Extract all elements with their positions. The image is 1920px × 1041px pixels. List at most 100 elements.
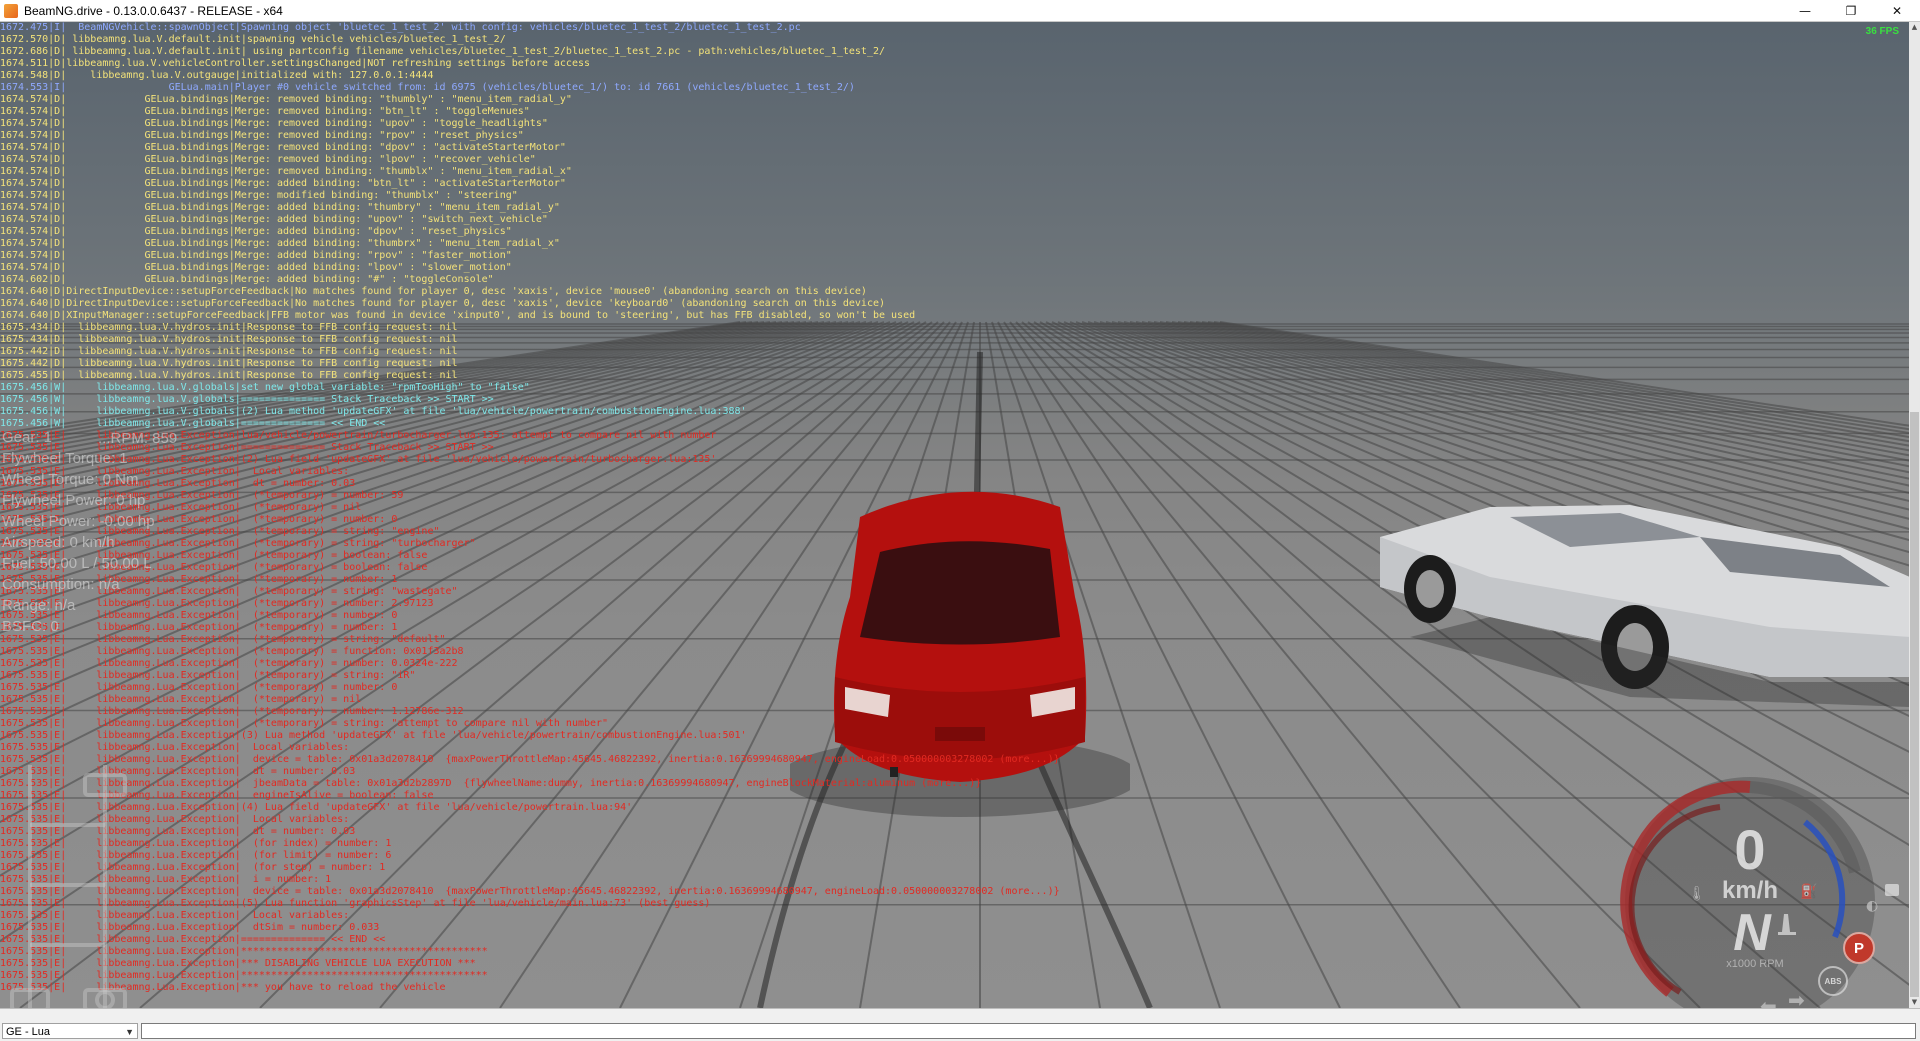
console-log-line: 1674.574|D| GELua.bindings|Merge: remove… — [0, 154, 536, 165]
console-log-line: 1675.535|E| libbeamng.Lua.Exception| dt … — [0, 826, 356, 837]
console-log-line: 1674.574|D| GELua.bindings|Merge: remove… — [0, 118, 548, 129]
console-log-line: 1675.535|E| libbeamng.Lua.Exception|(5) … — [0, 898, 711, 909]
console-log-line: 1674.574|D| GELua.bindings|Merge: added … — [0, 262, 512, 273]
console-log-line: 1675.535|E| libbeamng.Lua.Exception| (*t… — [0, 682, 398, 693]
console-log-line: 1675.535|E| libbeamng.Lua.Exception| dt … — [0, 766, 356, 777]
console-log-line: 1674.511|D|libbeamng.lua.V.vehicleContro… — [0, 58, 591, 69]
scroll-down-arrow-icon[interactable]: ▼ — [1909, 997, 1920, 1008]
abs-icon: ABS — [1818, 966, 1848, 996]
maximize-button[interactable]: ❐ — [1828, 0, 1874, 21]
console-log-line: 1675.535|E| libbeamng.Lua.Exception| (*t… — [0, 514, 398, 525]
rpm-unit-label: x1000 RPM — [1726, 958, 1784, 970]
console-log-line: 1675.535|E| libbeamng.Lua.Exception| i =… — [0, 874, 332, 885]
console-log-line: 1675.434|D| libbeamng.lua.V.hydros.init|… — [0, 334, 458, 345]
vehicle-debug-line: Range: n/a — [2, 597, 76, 614]
rpm-readout: ...RPM: 859 — [98, 430, 178, 447]
console-log-line: 1675.434|D| libbeamng.lua.V.hydros.init|… — [0, 322, 458, 333]
console-log-line: 1674.574|D| GELua.bindings|Merge: added … — [0, 214, 548, 225]
console-log-line: 1674.574|D| GELua.bindings|Merge: added … — [0, 250, 512, 261]
console-log-line: 1675.535|E| libbeamng.Lua.Exception| (fo… — [0, 862, 386, 873]
console-log-line: 1675.456|W| libbeamng.lua.V.globals|====… — [0, 394, 494, 405]
window-controls: — ❐ ✕ — [1782, 0, 1920, 21]
console-log-line: 1675.535|E| libbeamng.Lua.Exception| (*t… — [0, 610, 398, 621]
console-log-line: 1674.640|D|DirectInputDevice::setupForce… — [0, 286, 867, 297]
console-log-line: 1674.553|I| GELua.main|Player #0 vehicle… — [0, 82, 855, 93]
console-log-line: 1675.456|W| libbeamng.lua.V.globals|set … — [0, 382, 530, 393]
console-log-line: 1674.574|D| GELua.bindings|Merge: added … — [0, 178, 566, 189]
vehicle-debug-line: Flywheel Power: 0 hp — [2, 492, 146, 509]
console-log-line: 1675.535|E| libbeamng.Lua.Exception| (*t… — [0, 490, 404, 501]
console-log-line: 1675.535|E| libbeamng.Lua.Exception|(2) … — [0, 454, 717, 465]
console-log-line: 1674.574|D| GELua.bindings|Merge: remove… — [0, 94, 572, 105]
console-log-line: 1675.535|E| libbeamng.Lua.Exception| dt … — [0, 478, 356, 489]
chevron-down-icon[interactable]: ▼ — [125, 1024, 134, 1040]
vehicle-debug-line: Airspeed: 0 km/h — [2, 534, 115, 551]
console-log-line: 1674.574|D| GELua.bindings|Merge: remove… — [0, 142, 566, 153]
console-log[interactable]: 1672.475|I| BeamNGVehicle::spawnObject|S… — [0, 22, 1280, 994]
console-log-line: 1675.535|E| libbeamng.Lua.Exception|(3) … — [0, 730, 747, 741]
scrollbar-thumb[interactable] — [1910, 412, 1919, 997]
console-log-line: 1675.535|E| libbeamng.Lua.Exception|*** … — [0, 958, 476, 969]
console-log-line: 1675.535|E| libbeamng.Lua.Exception| (*t… — [0, 526, 440, 537]
minimize-button[interactable]: — — [1782, 0, 1828, 21]
console-log-line: 1674.574|D| GELua.bindings|Merge: remove… — [0, 166, 572, 177]
console-log-line: 1674.640|D|DirectInputDevice::setupForce… — [0, 298, 886, 309]
fuel-icon: ⛽ — [1800, 884, 1818, 900]
console-log-line: 1672.686|D| libbeamng.lua.V.default.init… — [0, 46, 886, 57]
console-log-line: 1674.640|D|XInputManager::setupForceFeed… — [0, 310, 916, 321]
console-log-line: 1675.535|E| libbeamng.Lua.Exception|====… — [0, 442, 494, 453]
close-button[interactable]: ✕ — [1874, 0, 1920, 21]
console-log-line: 1674.574|D| GELua.bindings|Merge: remove… — [0, 130, 524, 141]
console-log-line: 1674.574|D| GELua.bindings|Merge: added … — [0, 238, 560, 249]
console-log-line: 1675.535|E| libbeamng.Lua.Exception|(4) … — [0, 802, 633, 813]
console-log-line: 1675.535|E| libbeamng.Lua.Exception| (*t… — [0, 574, 398, 585]
console-command-input[interactable] — [141, 1023, 1916, 1039]
console-log-line: 1675.535|E| libbeamng.Lua.Exception| jbe… — [0, 778, 982, 789]
parking-brake-icon: P — [1843, 932, 1875, 964]
window-title: BeamNG.drive - 0.13.0.0.6437 - RELEASE -… — [24, 3, 283, 18]
vehicle-debug-panel: Gear: 1 Flywheel Torque: 1 Wheel Torque: 0… — [2, 427, 162, 637]
gear-shifter-widget — [10, 765, 127, 1008]
console-log-line: 1675.535|E| libbeamng.Lua.Exception| (*t… — [0, 670, 416, 681]
console-log-line: 1675.535|E| libbeamng.Lua.Exception|====… — [0, 934, 386, 945]
console-log-line: 1675.535|E| libbeamng.Lua.Exception|*** … — [0, 982, 446, 993]
console-log-line: 1675.456|W| libbeamng.lua.V.globals|(2) … — [0, 406, 747, 417]
console-log-line: 1674.548|D| libbeamng.lua.V.outgauge|ini… — [0, 70, 434, 81]
window-titlebar: BeamNG.drive - 0.13.0.0.6437 - RELEASE -… — [0, 0, 1920, 22]
console-input-bar: GE - Lua ▼ — [0, 1008, 1920, 1041]
console-log-line: 1675.535|E| libbeamng.Lua.Exception| (*t… — [0, 622, 398, 633]
left-turn-signal-icon: ⬅ — [1760, 994, 1777, 1008]
console-log-line: 1675.535|E| libbeamng.Lua.Exception| (*t… — [0, 550, 428, 561]
console-log-line: 1675.456|W| libbeamng.lua.V.globals|====… — [0, 418, 386, 429]
vehicle-debug-line: Consumption: n/a — [2, 576, 120, 593]
console-log-line: 1675.535|E| libbeamng.Lua.Exception| dtS… — [0, 922, 380, 933]
console-log-line: 1675.535|E| libbeamng.Lua.Exception| (*t… — [0, 694, 362, 705]
console-log-line: 1674.602|D| GELua.bindings|Merge: added … — [0, 274, 494, 285]
console-log-line: 1675.535|E| libbeamng.Lua.Exception| (*t… — [0, 562, 428, 573]
game-viewport[interactable]: 1672.475|I| BeamNGVehicle::spawnObject|S… — [0, 22, 1909, 1008]
console-log-line: 1675.535|E| libbeamng.Lua.Exception| (fo… — [0, 838, 392, 849]
console-log-line: 1675.535|E| libbeamng.Lua.Exception| (*t… — [0, 598, 434, 609]
console-log-line: 1674.574|D| GELua.bindings|Merge: remove… — [0, 106, 530, 117]
console-log-line: 1675.535|E| libbeamng.Lua.Exception| Loc… — [0, 466, 350, 477]
console-scrollbar[interactable]: ▲ ▼ — [1909, 22, 1920, 1008]
console-log-line: 1675.535|E| libbeamng.Lua.Exception| (*t… — [0, 646, 464, 657]
console-log-line: 1675.535|E| libbeamng.Lua.Exception| (*t… — [0, 634, 446, 645]
scroll-up-arrow-icon[interactable]: ▲ — [1909, 22, 1920, 33]
console-log-line: 1675.535|E| libbeamng.Lua.Exception| (*t… — [0, 718, 609, 729]
speed-unit: km/h — [1721, 877, 1778, 904]
speed-value: 0 — [1734, 818, 1766, 881]
console-log-line: 1675.535|E| libbeamng.Lua.Exception| (*t… — [0, 658, 458, 669]
console-log-line: 1674.574|D| GELua.bindings|Merge: added … — [0, 226, 512, 237]
vehicle-debug-line: BSFC: 0 — [2, 618, 59, 635]
headlight-icon: ◐ — [1866, 898, 1879, 914]
thermometer-icon: 🌡 — [1688, 886, 1706, 902]
console-log-line: 1675.535|E| libbeamng.Lua.Exception| (*t… — [0, 706, 464, 717]
console-log-line: 1675.455|D| libbeamng.lua.V.hydros.init|… — [0, 370, 458, 381]
console-log-line: 1675.535|E| libbeamng.Lua.Exception| Loc… — [0, 910, 350, 921]
right-turn-signal-icon: ➡ — [1788, 988, 1805, 1008]
vehicle-debug-line: Wheel Torque: 0 Nm — [2, 471, 139, 488]
console-context-select[interactable]: GE - Lua ▼ — [2, 1023, 138, 1039]
console-log-line: 1675.535|E| libbeamng.Lua.Exception| Loc… — [0, 742, 350, 753]
console-log-line: 1675.442|D| libbeamng.lua.V.hydros.init|… — [0, 358, 458, 369]
